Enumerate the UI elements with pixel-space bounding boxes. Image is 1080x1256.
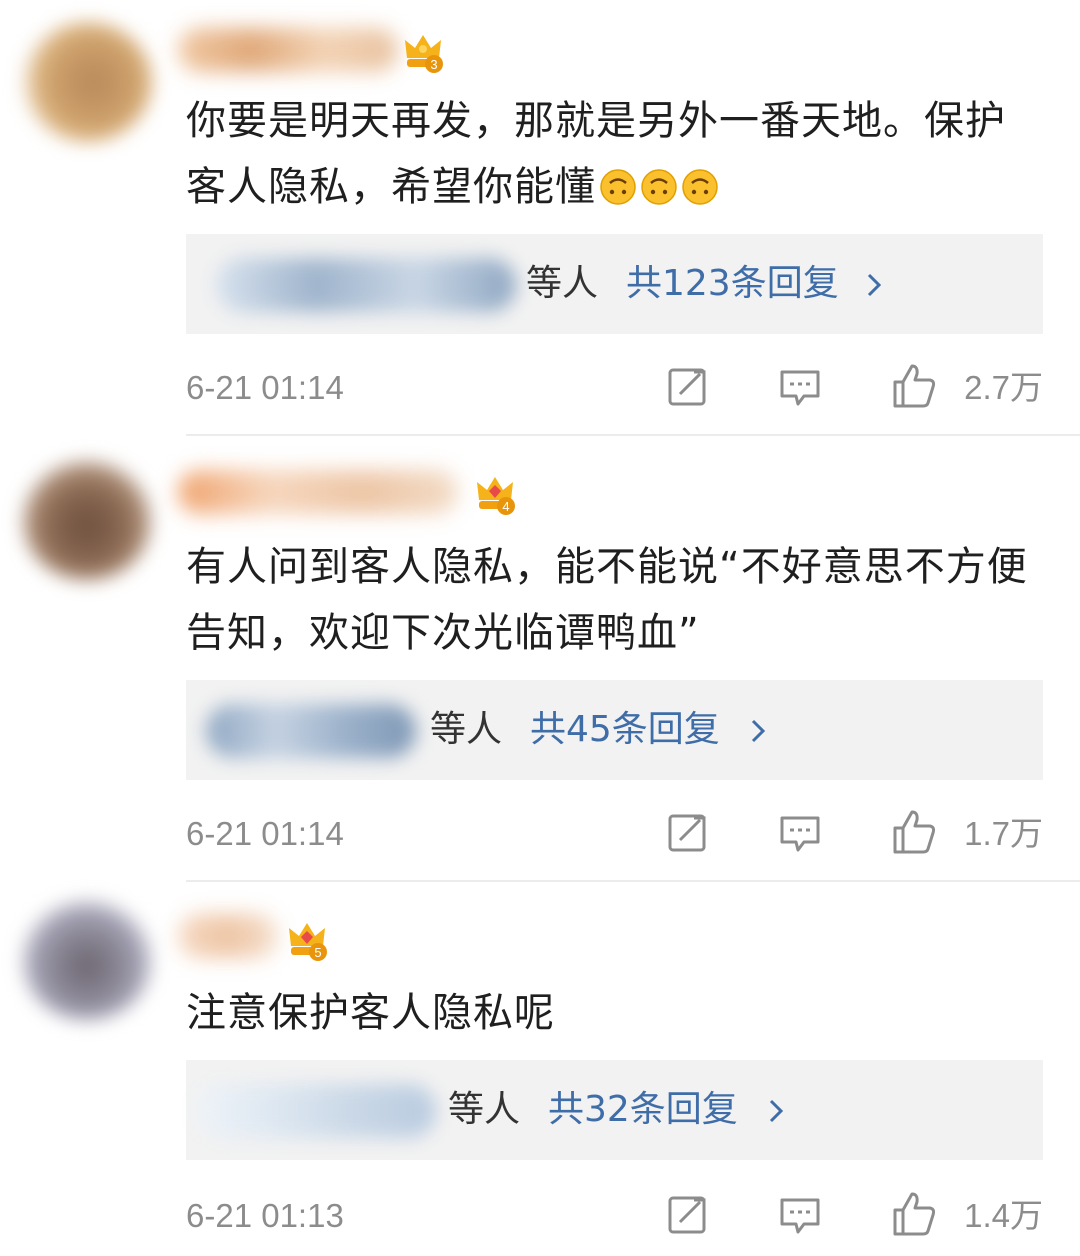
chevron-right-icon — [751, 719, 766, 743]
like-count: 2.7万 — [964, 369, 1043, 406]
svg-text:4: 4 — [502, 499, 509, 514]
thumbs-up-icon[interactable] — [890, 808, 938, 856]
comment-meta-row: 6-21 01:13 1.4万 — [186, 1188, 1043, 1244]
avatar[interactable] — [22, 460, 152, 580]
comment-icon[interactable] — [778, 810, 822, 854]
replier-names-blurred — [206, 704, 416, 758]
reply-count-link[interactable]: 共123条回复 — [626, 256, 839, 312]
avatar[interactable] — [22, 22, 152, 142]
crown-badge-icon: 3 — [405, 35, 443, 73]
comment-time: 6-21 01:13 — [186, 1197, 344, 1234]
username-blurred[interactable] — [178, 914, 278, 958]
comment-text: 有人问到客人隐私，能不能说“不好意思不方便告知，欢迎下次光临谭鸭血” — [186, 544, 1028, 656]
reply-count-link[interactable]: 共32条回复 — [548, 1082, 738, 1138]
divider — [186, 434, 1080, 436]
reply-suffix: 等人 — [430, 709, 503, 750]
reply-preview-box[interactable]: 等人 共123条回复 — [186, 234, 1043, 334]
replier-names-blurred — [196, 1084, 436, 1138]
comment-text: 你要是明天再发，那就是另外一番天地。保护客人隐私，希望你能懂 — [186, 88, 1046, 220]
comment-time: 6-21 01:14 — [186, 369, 344, 406]
reply-preview-box[interactable]: 等人 共45条回复 — [186, 680, 1043, 780]
repost-icon[interactable] — [666, 364, 710, 408]
crown-badge-icon: 5 — [289, 923, 327, 961]
avatar[interactable] — [22, 900, 152, 1020]
reply-preview-box[interactable]: 等人 共32条回复 — [186, 1060, 1043, 1160]
upside-down-face-emoji-icon — [641, 169, 677, 205]
divider — [186, 880, 1080, 882]
svg-text:5: 5 — [314, 945, 321, 960]
reply-suffix: 等人 — [448, 1089, 521, 1130]
like-count: 1.4万 — [964, 1197, 1043, 1234]
crown-badge-icon: 4 — [477, 477, 515, 515]
replier-names-blurred — [216, 258, 516, 312]
repost-icon[interactable] — [666, 810, 710, 854]
username-blurred[interactable] — [178, 28, 398, 72]
reply-count-link[interactable]: 共45条回复 — [530, 702, 720, 758]
repost-icon[interactable] — [666, 1192, 710, 1236]
upside-down-face-emoji-icon — [600, 169, 636, 205]
comment-meta-row: 6-21 01:14 2.7万 — [186, 360, 1043, 416]
comment-meta-row: 6-21 01:14 1.7万 — [186, 806, 1043, 862]
comment-icon[interactable] — [778, 364, 822, 408]
like-count: 1.7万 — [964, 815, 1043, 852]
comment-icon[interactable] — [778, 1192, 822, 1236]
comment-text: 注意保护客人隐私呢 — [186, 990, 555, 1036]
comment-body: 你要是明天再发，那就是另外一番天地。保护客人隐私，希望你能懂 — [186, 98, 1006, 210]
reply-suffix: 等人 — [526, 263, 599, 304]
chevron-right-icon — [867, 273, 882, 297]
comment-time: 6-21 01:14 — [186, 815, 344, 852]
username-blurred[interactable] — [178, 470, 458, 514]
chevron-right-icon — [769, 1099, 784, 1123]
thumbs-up-icon[interactable] — [890, 362, 938, 410]
thumbs-up-icon[interactable] — [890, 1190, 938, 1238]
svg-text:3: 3 — [430, 57, 437, 72]
upside-down-face-emoji-icon — [682, 169, 718, 205]
